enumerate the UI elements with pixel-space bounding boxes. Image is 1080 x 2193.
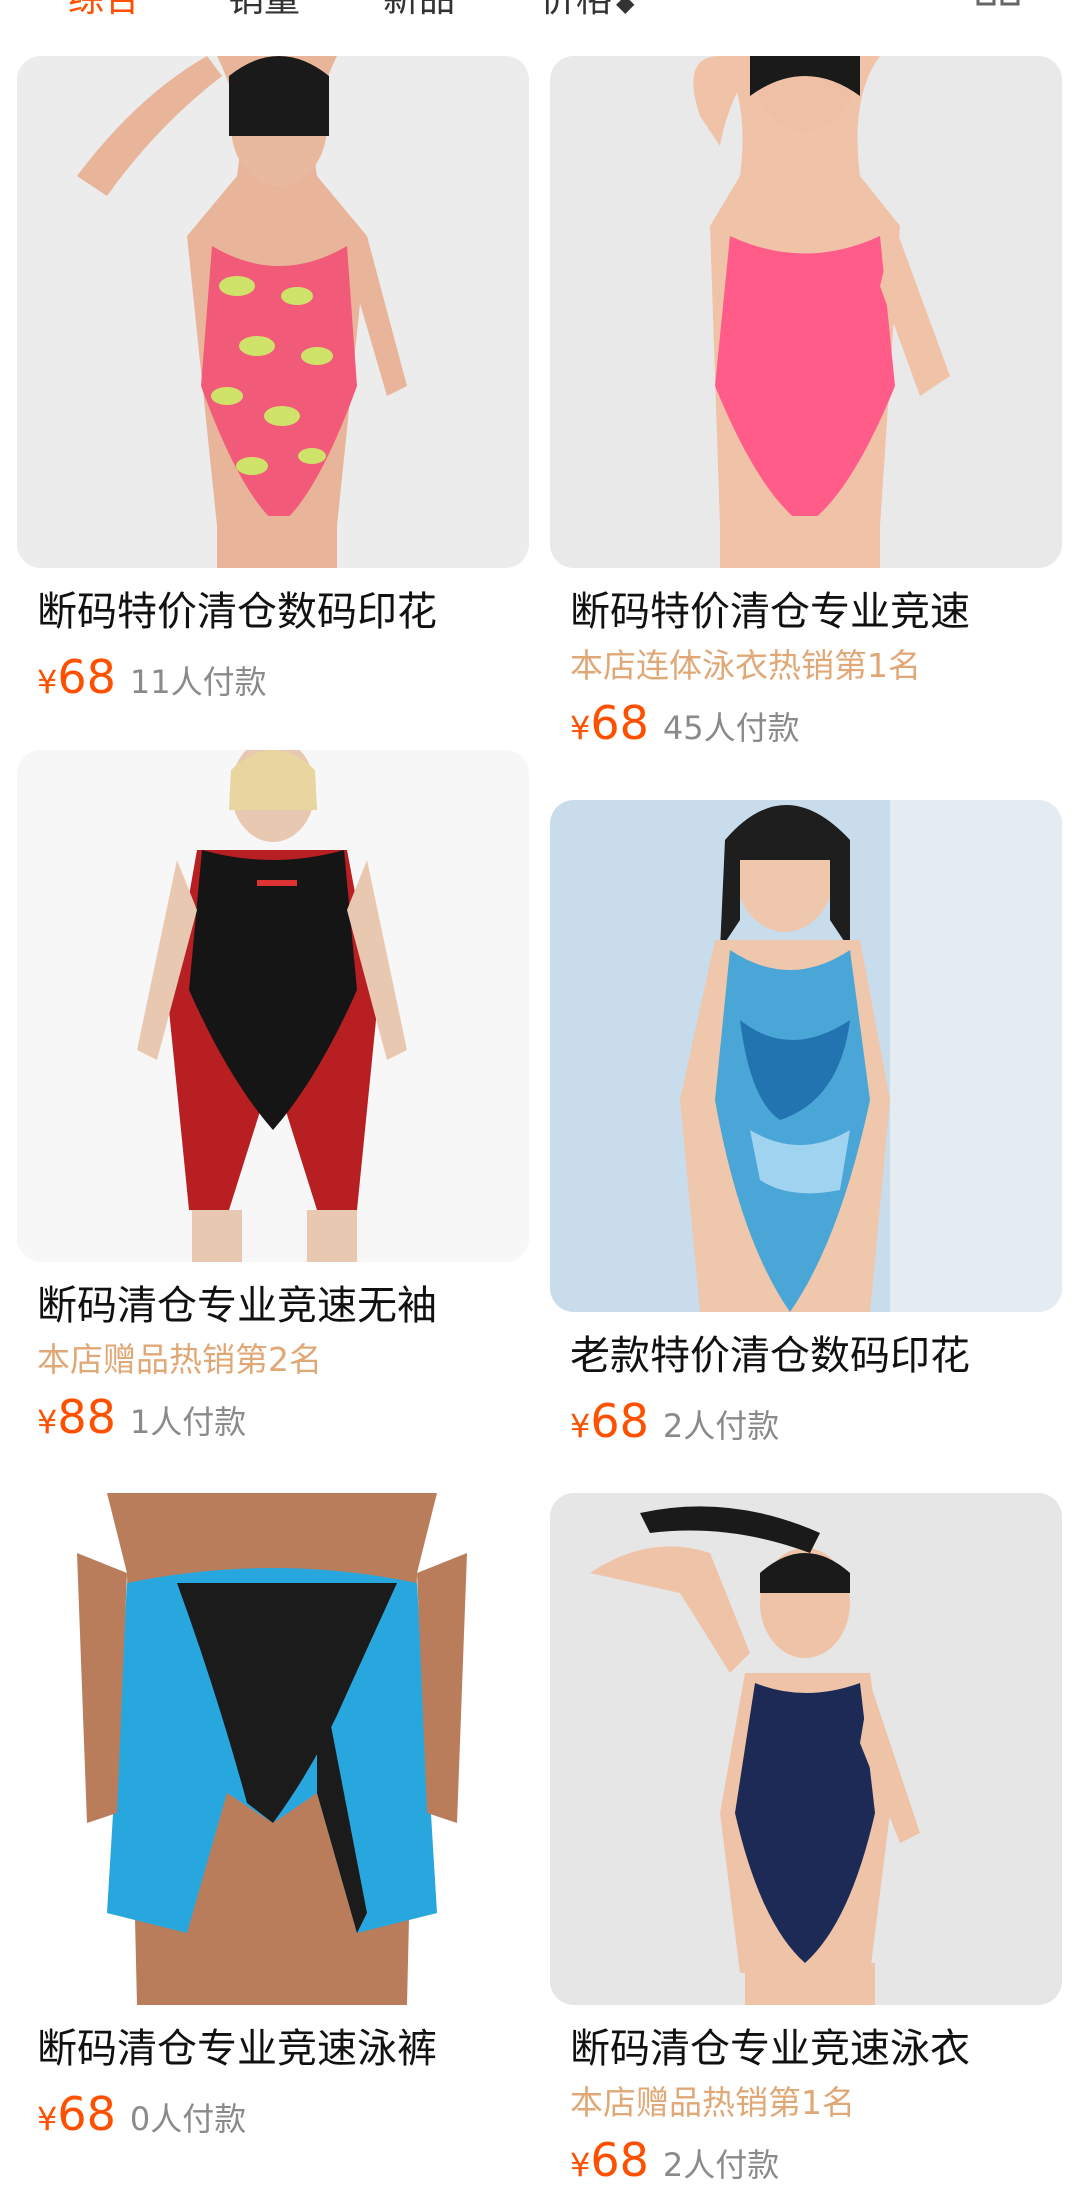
paid-count: 2人付款 (662, 2146, 780, 2184)
layout-toggle-icon[interactable] (976, 0, 1020, 8)
paid-count: 0人付款 (129, 2100, 247, 2138)
product-image[interactable] (17, 1493, 529, 2005)
price-currency: ¥ (570, 1407, 591, 1445)
sort-tab-new[interactable]: 新品 (383, 0, 455, 22)
price-currency: ¥ (37, 663, 58, 701)
paid-count: 2人付款 (662, 1407, 780, 1445)
product-title[interactable]: 断码清仓专业竞速无袖 (37, 1276, 529, 1336)
product-title[interactable]: 断码特价清仓数码印花 (37, 582, 529, 642)
product-card[interactable]: 断码清仓专业竞速泳裤 ¥ 68 0人付款 (17, 1493, 529, 2147)
product-title[interactable]: 老款特价清仓数码印花 (570, 1326, 1062, 1386)
price-currency: ¥ (37, 1403, 58, 1441)
price-value: 68 (57, 650, 116, 704)
price-value: 68 (590, 2133, 649, 2187)
price-currency: ¥ (570, 2146, 591, 2184)
product-title[interactable]: 断码特价清仓专业竞速 (570, 582, 1062, 642)
product-image[interactable] (550, 800, 1062, 1312)
rank-badge[interactable]: 本店连体泳衣热销第1名 (570, 644, 1062, 688)
price-value: 88 (57, 1390, 116, 1444)
product-card[interactable]: 断码特价清仓数码印花 ¥ 68 11人付款 (17, 56, 529, 710)
sort-tab-price-label: 价格 (540, 0, 612, 20)
sort-arrows-icon: ◆ (616, 0, 635, 17)
paid-count: 11人付款 (129, 663, 267, 701)
price-line: ¥ 68 2人付款 (570, 1394, 1062, 1454)
price-value: 68 (590, 1394, 649, 1448)
paid-count: 1人付款 (129, 1403, 247, 1441)
product-image[interactable] (550, 56, 1062, 568)
product-title[interactable]: 断码清仓专业竞速泳裤 (37, 2019, 529, 2079)
product-card[interactable]: 老款特价清仓数码印花 ¥ 68 2人付款 (550, 800, 1062, 1454)
product-card[interactable]: 断码清仓专业竞速泳衣 本店赠品热销第1名 ¥ 68 2人付款 (550, 1493, 1062, 2193)
product-image[interactable] (17, 56, 529, 568)
product-card[interactable]: 断码特价清仓专业竞速 本店连体泳衣热销第1名 ¥ 68 45人付款 (550, 56, 1062, 756)
product-card[interactable]: 断码清仓专业竞速无袖 本店赠品热销第2名 ¥ 88 1人付款 (17, 750, 529, 1450)
price-currency: ¥ (570, 709, 591, 747)
sort-tab-sales[interactable]: 销量 (228, 0, 300, 22)
sort-bar: 综合 销量 新品 价格◆ (0, 0, 1080, 20)
price-line: ¥ 88 1人付款 (37, 1390, 529, 1450)
price-value: 68 (57, 2087, 116, 2141)
sort-tab-price[interactable]: 价格◆ (540, 0, 634, 22)
price-line: ¥ 68 45人付款 (570, 696, 1062, 756)
product-image[interactable] (550, 1493, 1062, 2005)
product-title[interactable]: 断码清仓专业竞速泳衣 (570, 2019, 1062, 2079)
rank-badge[interactable]: 本店赠品热销第2名 (37, 1338, 529, 1382)
product-image[interactable] (17, 750, 529, 1262)
price-line: ¥ 68 0人付款 (37, 2087, 529, 2147)
price-line: ¥ 68 2人付款 (570, 2133, 1062, 2193)
price-currency: ¥ (37, 2100, 58, 2138)
price-value: 68 (590, 696, 649, 750)
price-line: ¥ 68 11人付款 (37, 650, 529, 710)
paid-count: 45人付款 (662, 709, 800, 747)
rank-badge[interactable]: 本店赠品热销第1名 (570, 2081, 1062, 2125)
sort-tab-overall[interactable]: 综合 (68, 0, 140, 22)
